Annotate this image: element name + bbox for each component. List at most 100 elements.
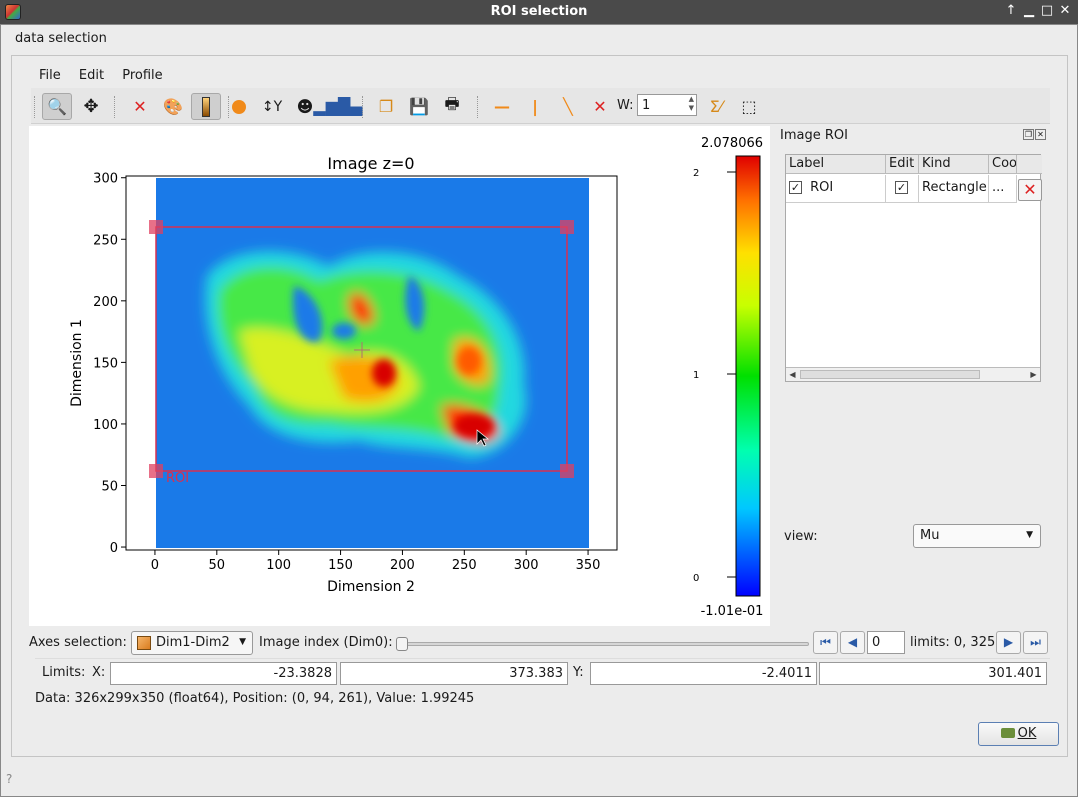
image-roi-panel: Image ROI ❐ ✕ Label Edit Kind Coo ✓ ROI … [776, 126, 1052, 626]
float-panel-icon[interactable]: ❐ [1023, 129, 1034, 140]
keep-above-icon[interactable]: ↑ [1003, 3, 1019, 19]
copy-button[interactable]: ❐ [371, 93, 401, 120]
scroll-left-icon[interactable]: ◀ [786, 368, 799, 381]
x-max-field[interactable]: 373.383 [340, 662, 568, 685]
frame-index-input[interactable]: 0 [867, 631, 905, 654]
colorbar-tick-label: 1 [693, 370, 699, 381]
slider-handle[interactable] [396, 637, 408, 651]
colormap-button[interactable]: 🎨 [158, 93, 188, 120]
menu-edit[interactable]: Edit [79, 68, 104, 83]
y-axis-ticks: 0 50 100 150 200 250 300 [93, 172, 126, 556]
marker-dot-icon [232, 99, 246, 114]
data-selection-menu[interactable]: data selection [15, 31, 107, 46]
reset-zoom-icon: ✕ [133, 97, 147, 116]
roi-handle-bottom-left[interactable] [149, 464, 163, 478]
previous-icon: ◀ [847, 635, 858, 649]
table-horizontal-scrollbar[interactable]: ◀ ▶ [786, 367, 1040, 381]
print-button[interactable]: 🖶 [437, 93, 467, 120]
y-max-field[interactable]: 301.401 [819, 662, 1047, 685]
clear-profile-button[interactable]: ✕ [585, 93, 615, 120]
axes-selection-value: Dim1-Dim2 [156, 635, 230, 650]
y-tick-label: 0 [110, 541, 118, 556]
roi-handle-top-right[interactable] [560, 220, 574, 234]
spin-arrows-icon[interactable]: ▲ ▼ [689, 95, 694, 113]
minimize-icon[interactable]: ▁ [1021, 3, 1037, 19]
3d-view-button[interactable]: ⬚ [734, 93, 764, 120]
zoom-mode-button[interactable]: 🔍 [42, 93, 72, 120]
roi-table[interactable]: Label Edit Kind Coo ✓ ROI ✓ Rectangle ..… [785, 154, 1042, 382]
profile-method-button[interactable]: Σ⁄ [701, 93, 731, 120]
menu-profile[interactable]: Profile [122, 68, 162, 83]
width-spinbox[interactable]: 1 ▲ ▼ [637, 94, 697, 116]
ok-icon [1000, 728, 1015, 738]
scroll-right-icon[interactable]: ▶ [1027, 368, 1040, 381]
y-axis-button[interactable]: ↕Y [257, 93, 287, 120]
x-tick-label: 0 [151, 558, 159, 573]
roi-visible-checkbox[interactable]: ✓ [789, 181, 802, 194]
colorbar-min-label: -1.01e-01 [701, 604, 764, 619]
x-min-field[interactable]: -23.3828 [110, 662, 337, 685]
skip-first-icon: ⏮ [820, 635, 831, 649]
column-header-coords[interactable]: Coo [989, 155, 1017, 174]
x-tick-label: 200 [390, 558, 415, 573]
close-panel-icon[interactable]: ✕ [1035, 129, 1046, 140]
y-tick-label: 300 [93, 172, 118, 187]
y-tick-label: 250 [93, 233, 118, 248]
next-icon: ▶ [1003, 635, 1014, 649]
y-max-value: 301.401 [988, 666, 1042, 681]
next-frame-button[interactable]: ▶ [996, 631, 1021, 654]
image-index-slider[interactable] [396, 637, 809, 651]
axes-selection-combo[interactable]: Dim1-Dim2 ▼ [131, 631, 253, 655]
view-select[interactable]: Mu ▼ [913, 524, 1041, 548]
plot-canvas[interactable]: Image z=0 ROI 0 50 100 150 200 250 300 3… [29, 126, 770, 626]
view-select-value: Mu [920, 528, 940, 543]
axes-selection-row: Axes selection: Dim1-Dim2 ▼ Image index … [29, 630, 1050, 656]
image-index-label: Image index (Dim0): [259, 635, 393, 650]
horizontal-line-icon: — [494, 97, 510, 116]
save-button[interactable]: 💾 [404, 93, 434, 120]
plot-area[interactable]: Image z=0 ROI 0 50 100 150 200 250 300 3… [29, 126, 770, 626]
column-header-edit[interactable]: Edit [886, 155, 919, 174]
roi-handle-bottom-right[interactable] [560, 464, 574, 478]
menu-file[interactable]: File [39, 68, 61, 83]
x-tick-label: 350 [576, 558, 601, 573]
roi-edit-checkbox[interactable]: ✓ [895, 181, 908, 194]
last-frame-button[interactable]: ⏭ [1023, 631, 1048, 654]
vertical-profile-button[interactable]: | [520, 93, 550, 120]
close-icon[interactable]: ✕ [1057, 3, 1073, 19]
x-tick-label: 300 [514, 558, 539, 573]
first-frame-button[interactable]: ⏮ [813, 631, 838, 654]
magnifier-icon: 🔍 [47, 97, 67, 116]
roi-row-kind: Rectangle [919, 175, 989, 203]
width-label: W: [617, 98, 634, 113]
histogram-button[interactable]: ▂▆█▄ [313, 93, 362, 120]
reset-zoom-button[interactable]: ✕ [125, 93, 155, 120]
colorbar-toggle-button[interactable] [191, 93, 221, 120]
roi-row-coords[interactable]: ... [989, 175, 1017, 203]
column-header-blank [1017, 155, 1042, 174]
delete-roi-button[interactable]: ✕ [1018, 179, 1042, 201]
diagonal-line-icon: ╲ [563, 97, 573, 116]
help-icon[interactable]: ? [6, 772, 12, 786]
column-header-kind[interactable]: Kind [919, 155, 989, 174]
y-min-field[interactable]: -2.4011 [590, 662, 817, 685]
previous-frame-button[interactable]: ◀ [840, 631, 865, 654]
roi-row-edit-cell[interactable]: ✓ [886, 175, 919, 203]
ok-button[interactable]: OK [978, 722, 1059, 746]
column-header-label[interactable]: Label [786, 155, 886, 174]
marker-button[interactable] [224, 93, 254, 120]
line-profile-button[interactable]: ╲ [553, 93, 583, 120]
width-value: 1 [642, 98, 651, 113]
scrollbar-thumb[interactable] [800, 370, 980, 379]
roi-row-label-cell[interactable]: ✓ ROI [786, 175, 886, 203]
sum-icon: Σ⁄ [709, 97, 723, 116]
maximize-icon[interactable]: □ [1039, 3, 1055, 19]
limits-row: Limits: X: -23.3828 373.383 Y: -2.4011 3… [35, 658, 1050, 685]
chevron-down-icon: ▼ [239, 637, 246, 647]
horizontal-profile-button[interactable]: — [487, 93, 517, 120]
pan-mode-button[interactable]: ✥ [76, 93, 106, 120]
roi-panel-title: Image ROI [780, 128, 848, 143]
skip-last-icon: ⏭ [1030, 635, 1041, 649]
roi-handle-top-left[interactable] [149, 220, 163, 234]
palette-icon: 🎨 [163, 97, 183, 116]
